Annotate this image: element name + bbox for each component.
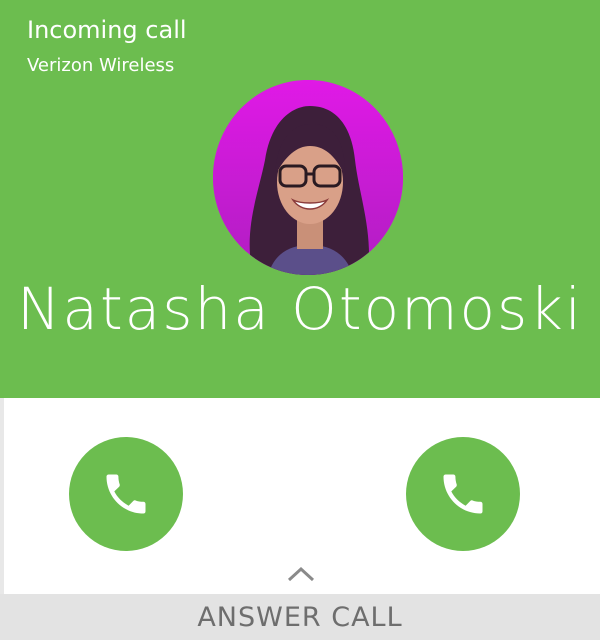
caller-photo [213, 80, 403, 275]
chevron-up-icon[interactable] [287, 566, 315, 582]
incoming-call-screen: Incoming call Verizon Wireless Natasha O… [0, 0, 600, 640]
answer-call-bar[interactable]: ANSWER CALL [0, 594, 600, 640]
caller-info-panel: Incoming call Verizon Wireless Natasha O… [0, 0, 600, 398]
answer-phone-button-right[interactable] [406, 437, 520, 551]
caller-name: Natasha Otomoski [17, 275, 583, 343]
carrier-name: Verizon Wireless [27, 55, 175, 76]
phone-icon [106, 474, 146, 514]
phone-icon [443, 474, 483, 514]
answer-call-label: ANSWER CALL [197, 601, 403, 633]
call-status-title: Incoming call [27, 16, 187, 44]
answer-phone-button-left[interactable] [69, 437, 183, 551]
caller-avatar [213, 80, 403, 275]
